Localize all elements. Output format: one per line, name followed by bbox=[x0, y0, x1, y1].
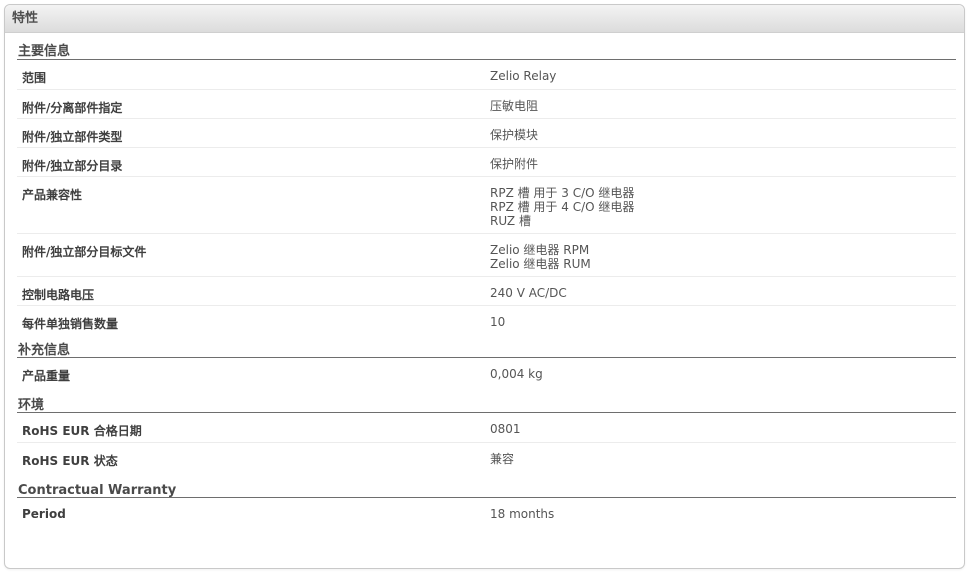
row-value-line: 压敏电阻 bbox=[490, 99, 539, 113]
row-label: 每件单独销售数量 bbox=[22, 317, 119, 331]
table-row: Period 18 months bbox=[17, 498, 956, 526]
row-label: RoHS EUR 状态 bbox=[22, 454, 118, 468]
row-value-line: 0,004 kg bbox=[490, 367, 543, 381]
row-value-line: Zelio 继电器 RUM bbox=[490, 257, 591, 271]
row-label: 附件/独立部件类型 bbox=[22, 130, 123, 144]
row-value-line: RPZ 槽 用于 4 C/O 继电器 bbox=[490, 200, 635, 214]
table-row: 附件/独立部分目标文件 Zelio 继电器 RPM Zelio 继电器 RUM bbox=[17, 234, 956, 277]
row-label: Period bbox=[22, 507, 66, 521]
section-title-environment: 环境 bbox=[17, 389, 956, 413]
table-row: 产品兼容性 RPZ 槽 用于 3 C/O 继电器 RPZ 槽 用于 4 C/O … bbox=[17, 177, 956, 234]
section-title-supplementary: 补充信息 bbox=[17, 334, 956, 358]
section-title-warranty: Contractual Warranty bbox=[17, 474, 956, 498]
row-label: RoHS EUR 合格日期 bbox=[22, 424, 142, 438]
table-row: 附件/独立部分目录 保护附件 bbox=[17, 148, 956, 177]
table-row: 附件/独立部件类型 保护模块 bbox=[17, 119, 956, 148]
row-value: Zelio 继电器 RPM Zelio 继电器 RUM bbox=[486, 234, 956, 276]
row-value: Zelio Relay bbox=[486, 60, 956, 89]
row-label: 附件/独立部分目标文件 bbox=[22, 245, 147, 259]
row-label: 附件/分离部件指定 bbox=[22, 101, 123, 115]
row-value: 压敏电阻 bbox=[486, 90, 956, 118]
table-row: 附件/分离部件指定 压敏电阻 bbox=[17, 90, 956, 119]
row-value-line: 0801 bbox=[490, 422, 521, 436]
table-row: 范围 Zelio Relay bbox=[17, 60, 956, 90]
row-value: 10 bbox=[486, 306, 956, 334]
row-value: 兼容 bbox=[486, 443, 956, 474]
row-value: RPZ 槽 用于 3 C/O 继电器 RPZ 槽 用于 4 C/O 继电器 RU… bbox=[486, 177, 956, 233]
table-row: RoHS EUR 合格日期 0801 bbox=[17, 413, 956, 443]
characteristics-content: 主要信息 范围 Zelio Relay 附件/分离部件指定 压敏电阻 附件/独立… bbox=[17, 34, 956, 526]
section-title-main: 主要信息 bbox=[17, 34, 956, 60]
row-value: 18 months bbox=[486, 498, 956, 526]
row-label: 产品重量 bbox=[22, 369, 71, 383]
row-value-line: 18 months bbox=[490, 507, 555, 521]
row-value: 0801 bbox=[486, 413, 956, 442]
table-row: RoHS EUR 状态 兼容 bbox=[17, 443, 956, 474]
row-value-line: 保护附件 bbox=[490, 157, 539, 171]
row-label: 附件/独立部分目录 bbox=[22, 159, 123, 173]
row-label: 范围 bbox=[22, 71, 47, 85]
row-value-line: 10 bbox=[490, 315, 506, 329]
row-value-line: Zelio 继电器 RPM bbox=[490, 243, 590, 257]
row-label: 控制电路电压 bbox=[22, 288, 95, 302]
characteristics-panel: 特性 主要信息 范围 Zelio Relay 附件/分离部件指定 压敏电阻 附件… bbox=[4, 4, 965, 569]
row-value: 0,004 kg bbox=[486, 358, 956, 389]
row-value: 保护模块 bbox=[486, 119, 956, 147]
row-value-line: 兼容 bbox=[490, 452, 515, 466]
row-value-line: RUZ 槽 bbox=[490, 214, 531, 228]
table-row: 每件单独销售数量 10 bbox=[17, 306, 956, 334]
row-label: 产品兼容性 bbox=[22, 188, 83, 202]
table-row: 控制电路电压 240 V AC/DC bbox=[17, 277, 956, 306]
row-value-line: RPZ 槽 用于 3 C/O 继电器 bbox=[490, 186, 635, 200]
row-value-line: Zelio Relay bbox=[490, 69, 557, 83]
row-value-line: 保护模块 bbox=[490, 128, 539, 142]
panel-title: 特性 bbox=[5, 5, 964, 33]
row-value: 240 V AC/DC bbox=[486, 277, 956, 305]
table-row: 产品重量 0,004 kg bbox=[17, 358, 956, 389]
row-value: 保护附件 bbox=[486, 148, 956, 176]
row-value-line: 240 V AC/DC bbox=[490, 286, 567, 300]
